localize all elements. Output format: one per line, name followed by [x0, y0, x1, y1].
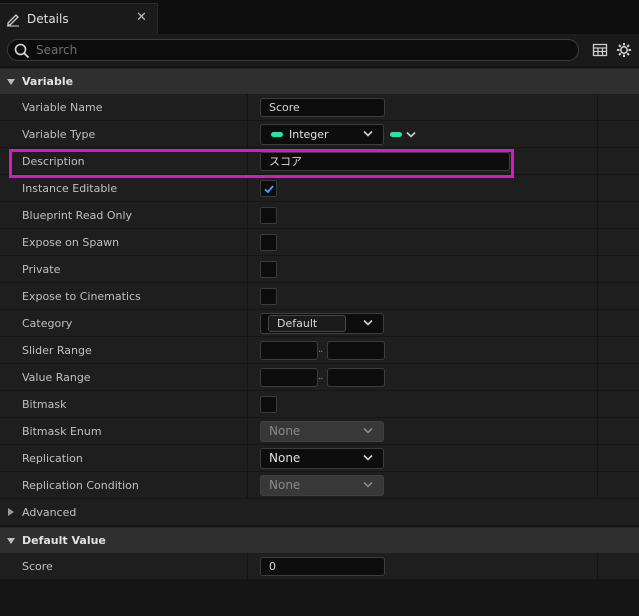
tab-title: Details	[27, 12, 69, 26]
row-variable-type: Variable Type Integer	[0, 121, 639, 148]
description-field[interactable]: スコア	[260, 152, 510, 171]
expand-arrow-icon	[7, 79, 15, 85]
row-private: Private	[0, 256, 639, 283]
property-label: Slider Range	[22, 344, 92, 357]
property-label: Variable Type	[22, 128, 96, 141]
checkmark-icon	[264, 185, 274, 194]
bitmask-enum-value: None	[269, 424, 301, 438]
row-bitmask: Bitmask	[0, 391, 639, 418]
category-field[interactable]: Default	[268, 315, 346, 332]
table-view-icon[interactable]	[592, 42, 608, 58]
value-range-max-field[interactable]	[327, 368, 385, 387]
blueprint-read-only-checkbox[interactable]	[260, 207, 277, 224]
range-separator: ..	[318, 371, 323, 382]
property-label: Description	[22, 155, 85, 168]
chevron-down-icon	[363, 454, 373, 461]
row-variable-name: Variable Name Score	[0, 94, 639, 121]
section-label: Default Value	[22, 534, 106, 547]
score-field[interactable]: 0	[260, 557, 385, 576]
search-icon	[14, 43, 30, 59]
search-box[interactable]	[7, 39, 579, 61]
section-variable[interactable]: Variable	[0, 68, 639, 94]
slider-range-min-field[interactable]	[260, 341, 318, 360]
tab-bar: Details ✕	[0, 0, 639, 34]
bitmask-enum-dropdown[interactable]: None	[260, 421, 384, 442]
property-label: Value Range	[22, 371, 91, 384]
chevron-down-icon	[363, 427, 373, 434]
value-range-min-field[interactable]	[260, 368, 318, 387]
property-label: Bitmask Enum	[22, 425, 102, 438]
section-label: Variable	[22, 75, 74, 88]
property-label: Expose to Cinematics	[22, 290, 141, 303]
replication-condition-dropdown[interactable]: None	[260, 475, 384, 496]
range-separator: ..	[318, 344, 323, 355]
expand-arrow-icon	[7, 538, 15, 544]
property-label: Score	[22, 560, 53, 573]
row-expose-on-spawn: Expose on Spawn	[0, 229, 639, 256]
section-default-value[interactable]: Default Value	[0, 527, 639, 553]
property-label: Variable Name	[22, 101, 103, 114]
chevron-down-icon	[363, 319, 373, 326]
property-label: Bitmask	[22, 398, 67, 411]
slider-range-max-field[interactable]	[327, 341, 385, 360]
chevron-down-icon	[406, 131, 416, 138]
row-score: Score 0	[0, 553, 639, 580]
chevron-down-icon	[363, 481, 373, 488]
property-label: Category	[22, 317, 73, 330]
chevron-down-icon	[363, 130, 373, 137]
expose-to-cinematics-checkbox[interactable]	[260, 288, 277, 305]
search-input[interactable]	[36, 41, 556, 59]
row-replication: Replication None	[0, 445, 639, 472]
property-label: Blueprint Read Only	[22, 209, 133, 222]
private-checkbox[interactable]	[260, 261, 277, 278]
container-pin-icon	[390, 132, 402, 137]
bitmask-checkbox[interactable]	[260, 396, 277, 413]
expand-arrow-icon	[8, 508, 14, 516]
replication-value: None	[269, 451, 301, 465]
row-replication-condition: Replication Condition None	[0, 472, 639, 499]
expose-on-spawn-checkbox[interactable]	[260, 234, 277, 251]
row-value-range: Value Range ..	[0, 364, 639, 391]
property-label: Instance Editable	[22, 182, 118, 195]
row-blueprint-read-only: Blueprint Read Only	[0, 202, 639, 229]
edit-pencil-icon	[7, 14, 19, 27]
section-label: Advanced	[22, 506, 77, 519]
row-expose-to-cinematics: Expose to Cinematics	[0, 283, 639, 310]
row-instance-editable: Instance Editable	[0, 175, 639, 202]
property-label: Replication Condition	[22, 479, 139, 492]
details-tab[interactable]: Details ✕	[0, 3, 158, 34]
container-type-dropdown[interactable]	[388, 129, 420, 141]
row-bitmask-enum: Bitmask Enum None	[0, 418, 639, 445]
details-toolbar	[0, 34, 639, 66]
replication-dropdown[interactable]: None	[260, 448, 384, 469]
variable-type-dropdown[interactable]: Integer	[260, 124, 384, 145]
property-label: Private	[22, 263, 61, 276]
category-dropdown[interactable]: Default	[260, 313, 384, 334]
type-pin-icon	[271, 132, 283, 137]
replication-condition-value: None	[269, 478, 301, 492]
instance-editable-checkbox[interactable]	[260, 180, 277, 197]
variable-name-field[interactable]: Score	[260, 98, 385, 117]
section-advanced[interactable]: Advanced	[0, 499, 639, 526]
row-description: Description スコア	[0, 148, 639, 175]
property-label: Expose on Spawn	[22, 236, 120, 249]
row-slider-range: Slider Range ..	[0, 337, 639, 364]
variable-type-value: Integer	[289, 128, 329, 141]
property-label: Replication	[22, 452, 83, 465]
close-icon[interactable]: ✕	[136, 10, 147, 25]
row-category: Category Default	[0, 310, 639, 337]
settings-gear-icon[interactable]	[616, 42, 632, 58]
